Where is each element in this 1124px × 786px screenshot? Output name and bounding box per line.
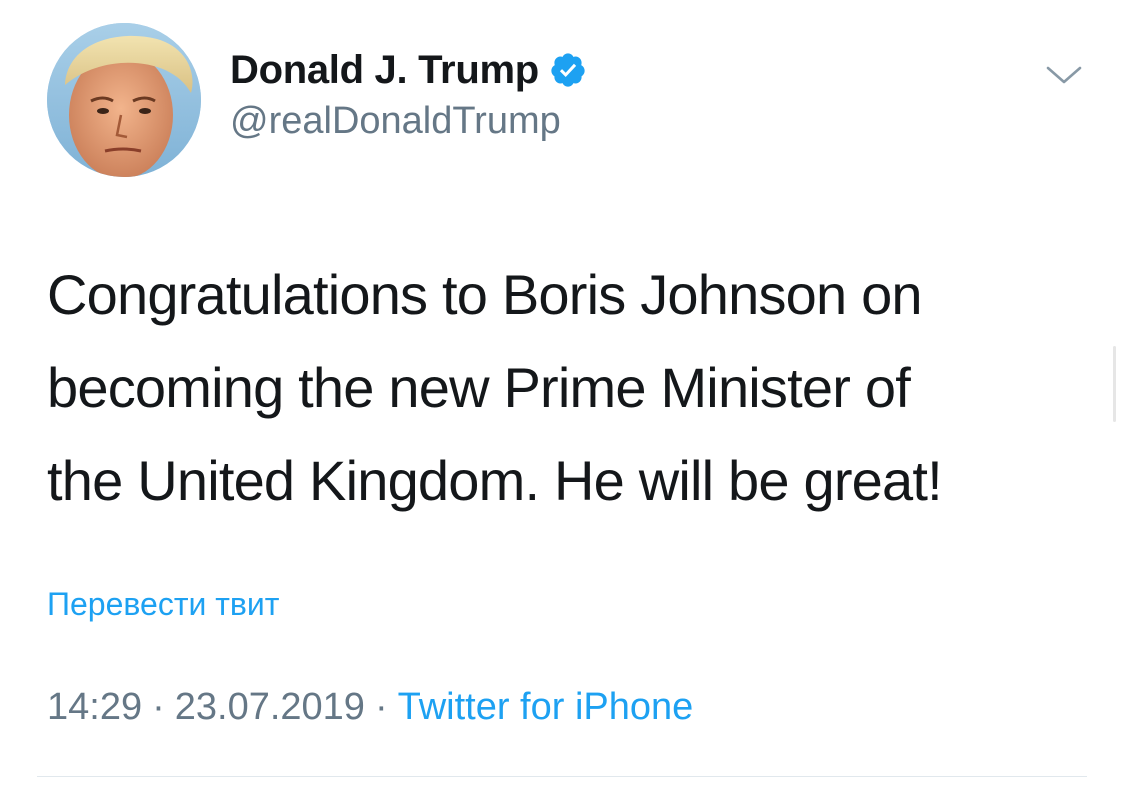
name-row: Donald J. Trump bbox=[230, 44, 587, 96]
verified-badge-icon bbox=[549, 51, 587, 89]
translate-tweet-link[interactable]: Перевести твит bbox=[47, 586, 279, 623]
tweet-meta: 14:29 · 23.07.2019 · Twitter for iPhone bbox=[47, 686, 693, 729]
tweet-card: Donald J. Trump @realDonaldTrump Congrat… bbox=[0, 0, 1124, 786]
meta-separator: · bbox=[152, 686, 165, 728]
scrollbar[interactable] bbox=[1113, 346, 1116, 422]
display-name[interactable]: Donald J. Trump bbox=[230, 48, 539, 93]
avatar[interactable] bbox=[47, 23, 201, 177]
tweet-date[interactable]: 23.07.2019 bbox=[175, 686, 365, 728]
tweet-text-line: Congratulations to Boris Johnson on bbox=[47, 263, 923, 326]
tweet-time[interactable]: 14:29 bbox=[47, 686, 142, 728]
tweet-text-line: becoming the new Prime Minister of bbox=[47, 356, 911, 419]
profile-photo-icon bbox=[47, 23, 201, 177]
handle[interactable]: @realDonaldTrump bbox=[230, 100, 587, 143]
chevron-down-icon[interactable] bbox=[1042, 58, 1086, 92]
meta-separator: · bbox=[374, 686, 388, 728]
author-block[interactable]: Donald J. Trump @realDonaldTrump bbox=[230, 44, 587, 143]
tweet-source-link[interactable]: Twitter for iPhone bbox=[398, 686, 694, 728]
divider bbox=[37, 776, 1087, 777]
tweet-text-line: the United Kingdom. He will be great! bbox=[47, 449, 943, 512]
tweet-text: Congratulations to Boris Johnson on beco… bbox=[47, 248, 1087, 527]
